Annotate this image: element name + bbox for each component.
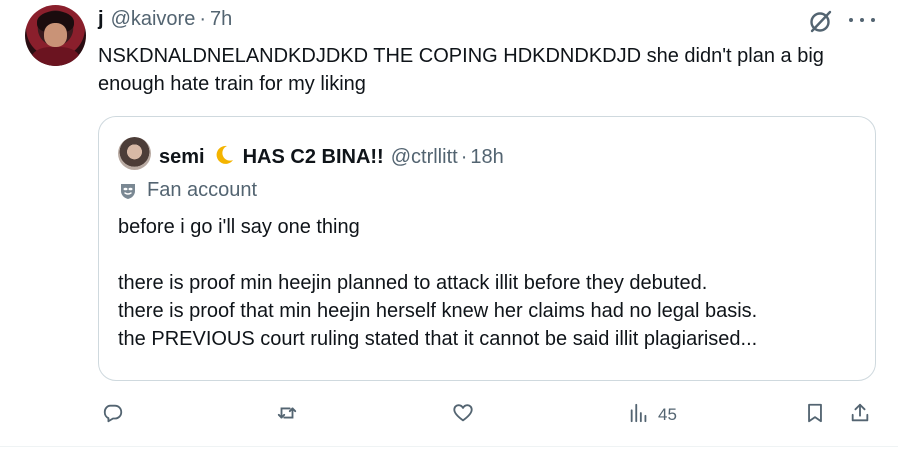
tweet-text: NSKDNALDNELANDKDJDKD THE COPING HDKDNDKD… (98, 45, 824, 95)
fan-account-text: Fan account (147, 179, 258, 201)
share-icon (849, 402, 871, 429)
more-icon[interactable] (849, 9, 875, 31)
avatar[interactable] (25, 5, 86, 66)
bookmark-icon (804, 402, 826, 429)
action-bar: 45 (0, 395, 898, 435)
avatar-shirt (31, 47, 80, 66)
timestamp[interactable]: 7h (210, 8, 232, 31)
like-icon (452, 402, 474, 429)
grok-icon[interactable] (808, 8, 834, 34)
crescent-moon-icon (213, 144, 235, 166)
quoted-tweet[interactable]: semi HAS C2 BINA!! @ctrllitt · 18h Fan a (98, 116, 876, 381)
views-button[interactable]: 45 (628, 399, 677, 431)
quoted-timestamp[interactable]: 18h (470, 146, 503, 169)
avatar-face (44, 23, 67, 47)
tweet[interactable]: j @kaivore · 7h NSKDNALDNELANDKDJDKD THE… (0, 0, 898, 469)
views-count: 45 (658, 405, 677, 424)
views-icon (628, 402, 650, 429)
fan-account-label: Fan account (118, 179, 257, 202)
mask-icon (118, 181, 138, 201)
handle[interactable]: @kaivore (111, 8, 196, 31)
share-button[interactable] (849, 399, 871, 431)
reply-button[interactable] (102, 399, 124, 431)
quoted-text: before i go i'll say one thing there is … (118, 216, 758, 350)
display-name[interactable]: j (98, 8, 104, 31)
quoted-header: semi HAS C2 BINA!! @ctrllitt · 18h (159, 141, 504, 169)
separator-dot: · (199, 8, 207, 30)
quoted-avatar[interactable] (118, 137, 151, 170)
quoted-handle[interactable]: @ctrllitt (391, 146, 458, 169)
retweet-button[interactable] (276, 399, 298, 431)
quoted-display-name-suffix[interactable]: HAS C2 BINA!! (243, 146, 384, 169)
quoted-display-name[interactable]: semi (159, 146, 205, 169)
quoted-separator-dot: · (460, 146, 468, 168)
bookmark-button[interactable] (804, 399, 826, 431)
retweet-icon (276, 402, 298, 429)
reply-icon (102, 402, 124, 429)
divider (0, 446, 898, 447)
tweet-header: j @kaivore · 7h (98, 8, 232, 32)
like-button[interactable] (452, 399, 474, 431)
